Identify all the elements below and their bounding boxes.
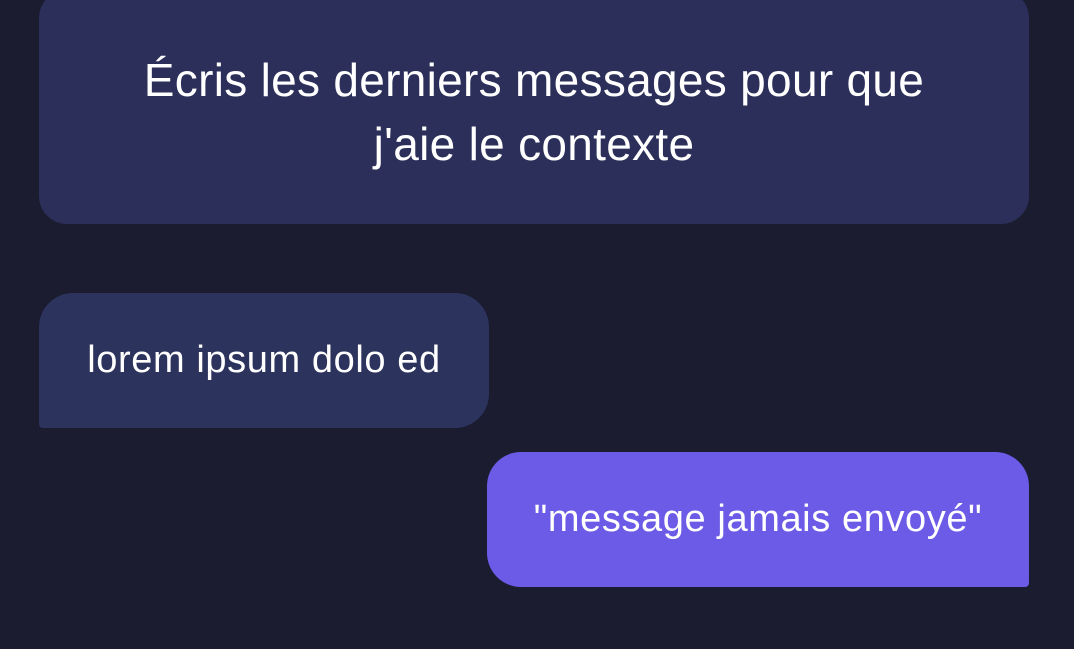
prompt-card[interactable]: Écris les derniers messages pour que j'a… — [39, 0, 1029, 224]
received-message-bubble[interactable]: lorem ipsum dolo ed — [39, 293, 489, 428]
prompt-text: Écris les derniers messages pour que j'a… — [143, 54, 925, 170]
received-message-text: lorem ipsum dolo ed — [87, 339, 441, 381]
sent-message-text: "message jamais envoyé" — [533, 498, 983, 540]
sent-message-bubble[interactable]: "message jamais envoyé" — [487, 452, 1029, 587]
chat-thread: Écris les derniers messages pour que j'a… — [0, 0, 1074, 649]
